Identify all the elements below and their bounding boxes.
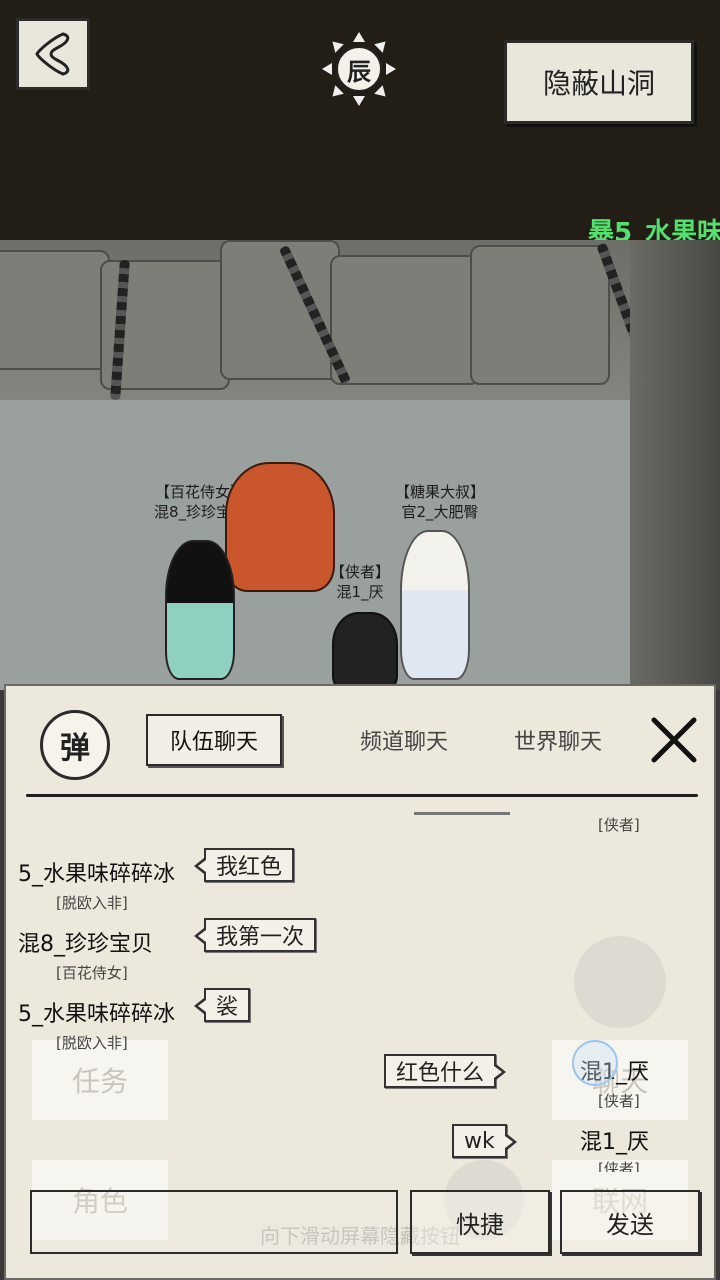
message-sender-title: [脱欧入非] [56, 894, 128, 912]
message-sender-name: 5_水果味碎碎冰 [18, 1002, 175, 1027]
time-of-day-sun-icon: 辰 [322, 32, 396, 106]
cave-cliff [630, 240, 720, 690]
character-maid[interactable] [165, 540, 235, 680]
message-sender-title: [脱欧入非] [56, 1034, 128, 1052]
character-fox-elder[interactable] [400, 530, 470, 680]
touch-indicator [572, 1040, 618, 1086]
location-button[interactable]: 隐蔽山洞 [504, 40, 694, 124]
npc-title: 【侠者】 [329, 563, 390, 581]
message-sender-name: 混8_珍珍宝贝 [18, 932, 153, 957]
game-scene: 【百花侍女】 混8_珍珍宝贝 【糖果大叔】 官2_大肥臀 【侠者】 混1_厌 [0, 240, 720, 690]
message-bubble: 红色什么 [384, 1054, 507, 1088]
character-prisoner[interactable] [225, 462, 335, 592]
time-symbol: 辰 [336, 46, 382, 92]
character-player[interactable] [332, 612, 398, 690]
quick-phrases-button[interactable]: 快捷 [410, 1190, 550, 1254]
chat-input[interactable] [30, 1190, 398, 1254]
top-bar: 辰 隐蔽山洞 暴5_水果味 [0, 0, 720, 248]
npc-label: 【糖果大叔】 官2_大肥臀 [380, 482, 500, 522]
message-title: [侠者] [598, 816, 640, 834]
send-button[interactable]: 发送 [560, 1190, 700, 1254]
message-bubble: 裟 [193, 988, 251, 1022]
tab-channel-chat[interactable]: 频道聊天 [336, 714, 472, 766]
npc-title: 【糖果大叔】 [394, 483, 485, 501]
scroll-handle[interactable] [414, 812, 510, 815]
message-sender-title: [百花侍女] [56, 964, 128, 982]
back-button[interactable] [16, 18, 90, 90]
back-arrow-icon [35, 32, 70, 76]
npc-label: 【侠者】 混1_厌 [322, 562, 398, 602]
message-sender-title: [侠者] [598, 1160, 640, 1172]
tab-team-chat[interactable]: 队伍聊天 [146, 714, 282, 766]
message-sender-title: [侠者] [598, 1092, 640, 1110]
tab-world-chat[interactable]: 世界聊天 [490, 714, 626, 766]
message-bubble: 我第一次 [193, 918, 317, 952]
close-icon[interactable] [646, 712, 702, 768]
message-sender-name: 5_水果味碎碎冰 [18, 862, 175, 887]
run-icon[interactable] [574, 936, 666, 1028]
npc-name: 混1_厌 [336, 583, 384, 601]
message-bubble: wk [452, 1124, 517, 1158]
danmaku-toggle-icon[interactable]: 弹 [40, 710, 110, 780]
panel-divider [26, 794, 698, 797]
message-sender-name: 混1_厌 [580, 1130, 649, 1155]
message-bubble: 我红色 [193, 848, 295, 882]
npc-name: 官2_大肥臀 [401, 503, 479, 521]
